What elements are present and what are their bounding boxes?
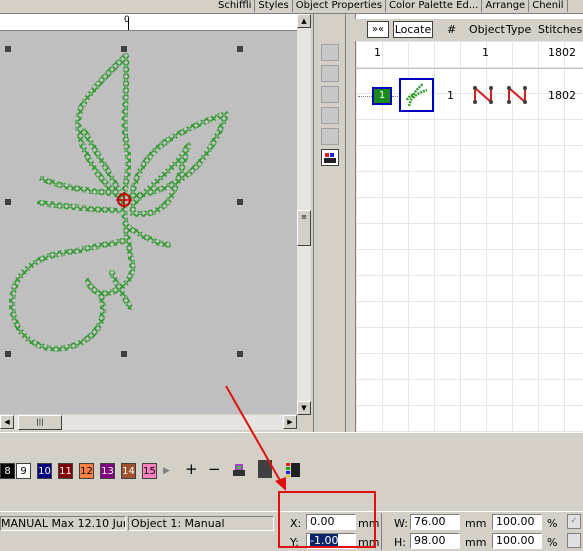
height-field[interactable]: 98.00 [410, 533, 460, 549]
scroll-up-button[interactable]: ▲ [297, 14, 311, 28]
run-tool-icon[interactable] [321, 86, 339, 103]
horizontal-ruler [0, 14, 297, 31]
color-chip[interactable]: 13 [100, 463, 115, 479]
red-annotation-arrow [225, 385, 286, 491]
locate-button[interactable]: Locate [393, 21, 433, 38]
apply-check-icon[interactable]: ✓ [567, 514, 581, 529]
color-chip[interactable]: 8 [0, 463, 15, 479]
tab-styles[interactable]: Styles [255, 0, 293, 12]
expand-collapse-button[interactable]: »« [367, 21, 389, 38]
scroll-left-button[interactable]: ◀ [0, 415, 14, 429]
tree-line [358, 96, 372, 98]
selection-handle [121, 46, 127, 52]
satin-tool-icon[interactable] [321, 65, 339, 82]
sequence-header: »« Locate # Object Type Stitches [355, 19, 583, 42]
add-color-button[interactable]: + [185, 460, 198, 478]
object-stitches: 1802 [548, 89, 576, 102]
side-toolbar [313, 14, 344, 432]
column-header-object: Object [469, 23, 505, 36]
tab-object-properties[interactable]: Object Properties [293, 0, 387, 12]
lock-proportions-icon[interactable] [567, 533, 581, 548]
h-unit: mm [465, 536, 487, 549]
vertical-scrollbar[interactable]: ▲ ≡ ▼ [297, 14, 311, 415]
color-chip[interactable]: 11 [58, 463, 73, 479]
w-percent-unit: % [547, 517, 558, 530]
status-mode-text: MANUAL Max 12.10 Jump [0, 516, 126, 531]
tab-arrange[interactable]: Arrange [482, 0, 530, 12]
ruler-tick [128, 18, 129, 30]
color-chip[interactable]: 10 [37, 463, 52, 479]
h-label: H: [394, 536, 406, 549]
vertical-scroll-thumb[interactable]: ≡ [297, 210, 311, 246]
remove-color-button[interactable]: − [208, 460, 221, 478]
horizontal-scroll-thumb[interactable]: ||| [18, 415, 62, 430]
column-header-stitches: Stitches [538, 23, 583, 36]
color-chip[interactable]: 12 [79, 463, 94, 479]
height-percent-field[interactable]: 100.00 [492, 533, 542, 549]
selection-handle [5, 199, 11, 205]
tab-schiffli[interactable]: Schiffli [215, 0, 256, 12]
width-percent-field[interactable]: 100.00 [492, 514, 542, 530]
status-divider [381, 513, 382, 550]
shape-tool-icon[interactable] [321, 128, 339, 145]
selection-handle [121, 351, 127, 357]
palette-scroll-arrow-icon[interactable]: ▶ [163, 466, 170, 476]
selection-handle [5, 351, 11, 357]
selection-handle [237, 46, 243, 52]
selection-handle [237, 199, 243, 205]
selection-handle [237, 351, 243, 357]
color-tool-icon[interactable] [321, 149, 339, 166]
sequence-panel: »« Locate # Object Type Stitches 1 1 180… [345, 14, 583, 432]
column-header-number: # [447, 23, 457, 36]
tab-color-palette-editor[interactable]: Color Palette Ed... [386, 0, 483, 12]
status-object-text: Object 1: Manual [128, 516, 274, 531]
row-divider [356, 68, 583, 69]
design-canvas[interactable] [0, 31, 297, 414]
summary-color-number: 1 [374, 46, 381, 59]
red-highlight-box [278, 491, 376, 548]
tab-chenille[interactable]: Chenil [529, 0, 568, 12]
manual-stitch-icon [472, 85, 494, 108]
fill-tool-icon[interactable] [321, 44, 339, 61]
color-chip[interactable]: 14 [121, 463, 136, 479]
summary-stitches: 1802 [548, 46, 576, 59]
tree-line [392, 96, 398, 98]
h-percent-unit: % [547, 536, 558, 549]
color-chip[interactable]: 9 [16, 463, 31, 479]
width-field[interactable]: 76.00 [410, 514, 460, 530]
color-chip[interactable]: 15 [142, 463, 157, 479]
sequence-grid[interactable]: 1 1 1802 1 1 1802 [356, 41, 583, 432]
color-block-chip[interactable]: 1 [372, 87, 392, 105]
manual-type-icon [506, 85, 528, 108]
object-thumbnail[interactable] [399, 78, 434, 112]
embroidery-design [5, 46, 243, 357]
summary-object-number: 1 [482, 46, 489, 59]
docker-tabs: Schiffli Styles Object Properties Color … [215, 0, 568, 13]
object-number: 1 [447, 89, 454, 102]
w-unit: mm [465, 517, 487, 530]
panel-resize-strip [346, 14, 356, 432]
wave-tool-icon[interactable] [321, 107, 339, 124]
selection-handle [5, 46, 11, 52]
w-label: W: [394, 517, 408, 530]
column-header-type: Type [506, 23, 532, 36]
